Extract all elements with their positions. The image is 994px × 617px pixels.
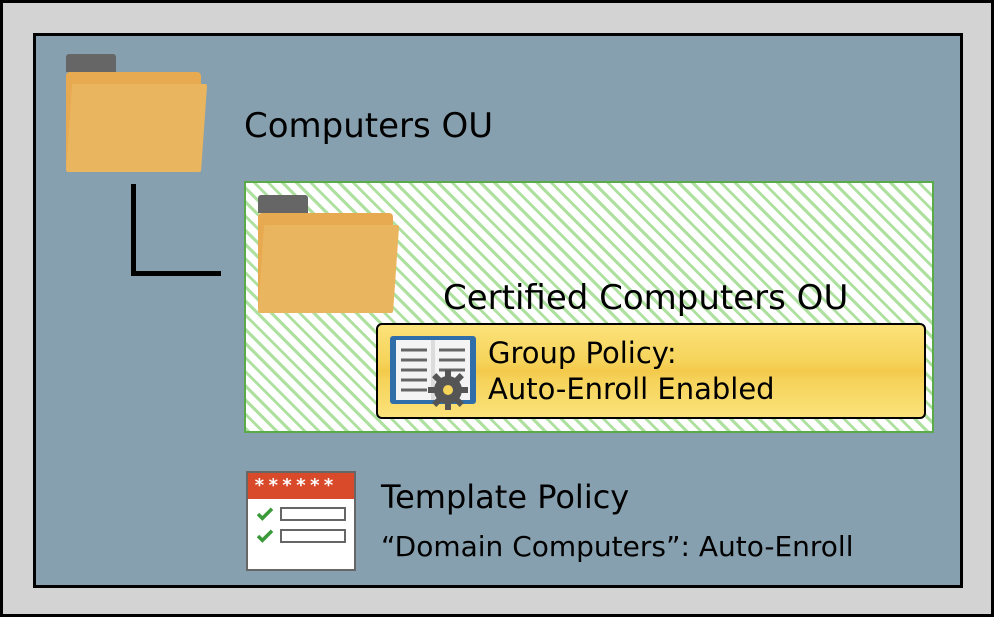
folder-flap	[66, 84, 207, 172]
folder-tab	[258, 195, 308, 213]
policy-line-1: Group Policy:	[488, 335, 775, 371]
template-field	[280, 507, 346, 521]
template-row-1	[256, 507, 346, 521]
group-policy-text: Group Policy: Auto-Enroll Enabled	[488, 335, 775, 408]
policy-line-2: Auto-Enroll Enabled	[488, 371, 775, 407]
tree-connector	[131, 184, 221, 276]
template-policy-icon: ******	[246, 471, 356, 571]
template-header-asterisks: ******	[248, 473, 354, 499]
template-row-2	[256, 529, 346, 543]
template-field	[280, 529, 346, 543]
folder-icon-child	[258, 195, 393, 315]
check-icon	[256, 529, 274, 543]
check-icon	[256, 507, 274, 521]
child-ou-container: Certified Computers OU	[244, 181, 934, 433]
folder-flap	[258, 225, 399, 313]
diagram-container: Computers OU Certified Computers OU	[33, 33, 963, 588]
template-subtitle: “Domain Computers”: Auto-Enroll	[381, 530, 853, 563]
child-ou-label: Certified Computers OU	[443, 278, 848, 318]
book-gear-icon	[388, 332, 478, 410]
folder-icon-parent	[66, 54, 201, 174]
parent-ou-label: Computers OU	[244, 106, 493, 146]
folder-body	[258, 213, 393, 313]
folder-tab	[66, 54, 116, 72]
template-title: Template Policy	[381, 478, 629, 516]
group-policy-box: Group Policy: Auto-Enroll Enabled	[376, 323, 926, 419]
folder-body	[66, 72, 201, 172]
